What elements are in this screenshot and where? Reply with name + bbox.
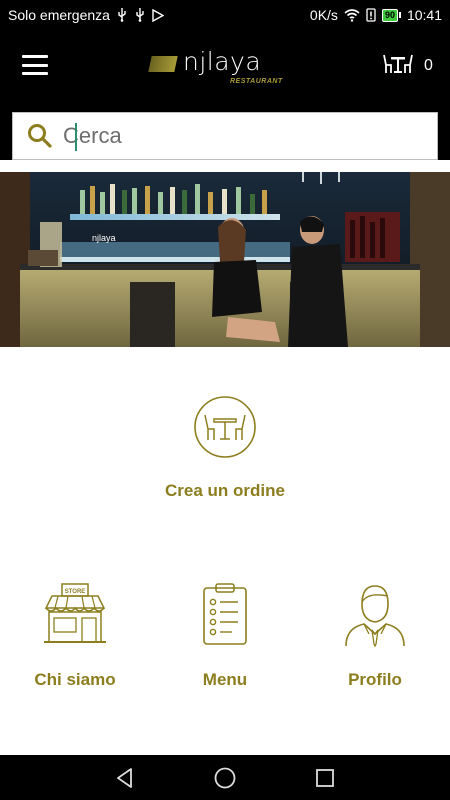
text-cursor (75, 123, 77, 151)
search-icon (27, 123, 53, 149)
hero-sign-text: njlaya (92, 233, 116, 243)
battery-level: 90 (381, 8, 398, 22)
cart-count: 0 (424, 57, 433, 74)
home-icon[interactable] (213, 766, 237, 790)
logo-subtitle: RESTAURANT (230, 78, 283, 85)
search-input[interactable] (63, 123, 403, 149)
store-icon: STORE (42, 582, 108, 648)
recents-icon[interactable] (313, 766, 337, 790)
status-bar: Solo emergenza 0K/s 90 10:41 (0, 0, 450, 30)
menu-button-tile[interactable]: Menu (160, 582, 290, 692)
play-store-icon (152, 8, 164, 22)
usb-icon (116, 8, 128, 22)
about-us-button[interactable]: STORE Chi siamo (10, 582, 140, 692)
menu-label: Menu (202, 670, 248, 689)
menu-icon-line (22, 72, 48, 75)
create-order-button[interactable]: Crea un ordine (145, 395, 305, 510)
back-icon[interactable] (113, 766, 137, 790)
battery-indicator: 90 (381, 8, 401, 22)
user-icon (342, 582, 408, 648)
brand-logo: njlaya RESTAURANT (148, 47, 283, 88)
store-sign-text: STORE (65, 589, 86, 595)
table-chairs-icon (193, 395, 257, 459)
table-chairs-icon (382, 53, 414, 80)
clock: 10:41 (406, 7, 442, 23)
status-right: 0K/s 90 10:41 (310, 7, 442, 23)
system-nav-bar (0, 755, 450, 800)
wifi-icon (344, 8, 360, 22)
search-bar[interactable] (12, 112, 438, 160)
usb-icon (134, 8, 146, 22)
menu-icon-line (22, 63, 48, 67)
menu-button[interactable] (22, 54, 48, 76)
alert-icon (366, 8, 376, 22)
about-us-label: Chi siamo (34, 670, 116, 689)
profile-button[interactable]: Profilo (310, 582, 440, 692)
status-left: Solo emergenza (8, 7, 310, 23)
network-speed: 0K/s (309, 7, 338, 23)
menu-icon-line (22, 55, 48, 58)
battery-tip (398, 12, 401, 18)
profile-label: Profilo (348, 670, 402, 689)
clipboard-icon (192, 582, 258, 648)
carrier-text: Solo emergenza (8, 7, 110, 23)
app-bar: njlaya RESTAURANT 0 (0, 30, 450, 160)
logo-text: njlaya (183, 47, 262, 76)
app-screen: Solo emergenza 0K/s 90 10:41 njlaya REST… (0, 0, 450, 800)
cart-button[interactable]: 0 (382, 53, 438, 80)
logo-mark (148, 56, 178, 72)
hero-image: njlaya (0, 172, 450, 347)
create-order-label: Crea un ordine (165, 481, 285, 500)
